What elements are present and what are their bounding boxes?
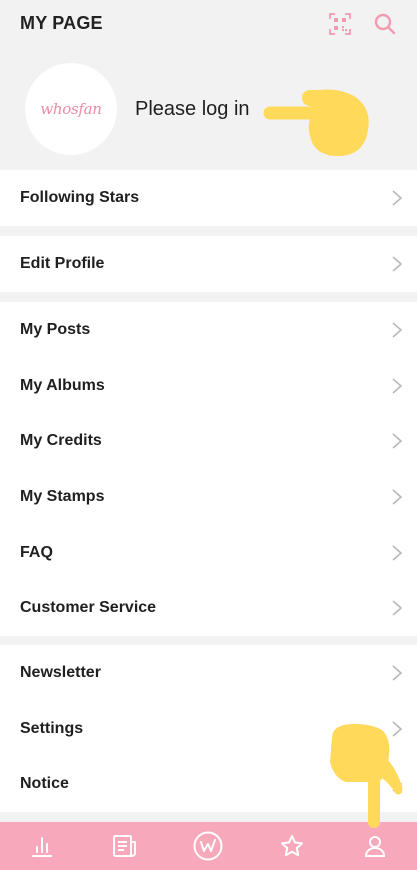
chevron-right-icon [392,720,403,737]
chevron-right-icon [392,600,403,616]
menu-item-settings[interactable]: Settings [0,701,417,757]
menu-group-activity: My Posts My Albums My Credits My Stamps … [0,302,417,637]
bottom-nav [0,822,417,870]
chevron-right-icon [392,489,403,505]
menu-item-label: FAQ [20,543,53,561]
menu-group-settings: Newsletter Settings Notice [0,645,417,813]
menu-item-faq[interactable]: FAQ [0,525,417,581]
menu-item-label: Notice [20,775,69,793]
menu-group-following: Following Stars [0,170,417,226]
menu-item-label: My Credits [20,432,102,450]
menu-item-label: My Albums [20,376,105,394]
menu-item-notice[interactable]: Notice [0,756,417,812]
tab-home[interactable] [182,826,234,866]
menu-item-my-albums[interactable]: My Albums [0,358,417,414]
menu-item-label: My Stamps [20,487,105,505]
chevron-right-icon [392,665,403,681]
chevron-right-icon [392,322,403,338]
chevron-right-icon [392,377,403,394]
menu-item-label: Edit Profile [20,254,105,272]
menu-group-profile: Edit Profile [0,236,417,292]
pointing-hand-icon [263,89,369,156]
menu-item-edit-profile[interactable]: Edit Profile [0,236,417,292]
menu-item-following-stars[interactable]: Following Stars [0,170,417,226]
search-icon[interactable] [372,11,398,37]
menu-item-my-posts[interactable]: My Posts [0,302,417,358]
star-icon [280,835,303,857]
chevron-right-icon [392,256,403,272]
menu-item-label: Settings [20,719,84,737]
whosfan-logo: whosfan [40,100,102,118]
menu-item-label: Newsletter [20,663,101,681]
menu-item-customer-service[interactable]: Customer Service [0,580,417,636]
tab-my-page[interactable] [349,826,401,866]
chevron-right-icon [392,433,403,449]
chevron-right-icon [392,190,403,206]
qr-code-icon[interactable] [327,11,353,37]
tab-stars[interactable] [266,826,318,866]
page-header: MY PAGE whosfan Please log in [0,0,417,170]
person-icon [365,836,386,857]
menu-item-label: Following Stars [20,188,140,206]
menu-item-my-credits[interactable]: My Credits [0,413,417,469]
menu-item-newsletter[interactable]: Newsletter [0,645,417,701]
chevron-right-icon [392,776,403,792]
chevron-right-icon [392,544,403,561]
page-title: MY PAGE [20,13,103,33]
menu-item-label: Customer Service [20,599,157,617]
tab-news[interactable] [99,826,151,866]
news-icon [113,835,137,857]
avatar[interactable]: whosfan [25,63,117,155]
menu-item-my-stamps[interactable]: My Stamps [0,469,417,525]
whosfan-w-icon [193,831,223,861]
chart-icon [31,837,52,857]
tab-ranking[interactable] [16,826,68,866]
menu-item-label: My Posts [20,320,91,338]
login-prompt[interactable]: Please log in [135,98,250,121]
